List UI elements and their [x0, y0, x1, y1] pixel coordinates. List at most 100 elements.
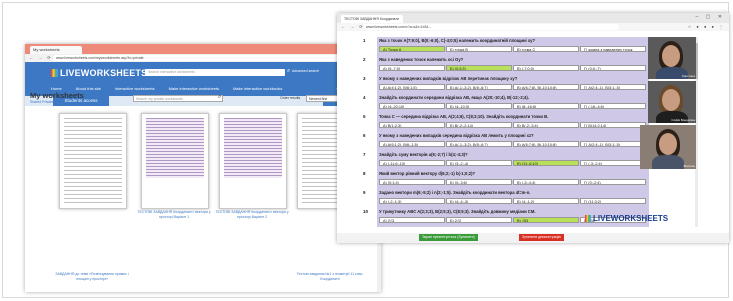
- answer-option[interactable]: В) (11;-6;10): [513, 160, 579, 166]
- answer-option[interactable]: A) (-11;6;-10): [379, 160, 445, 166]
- worksheet-caption[interactable]: ЗАВДАННЯ до теми «Розв'язування прямих і…: [50, 272, 134, 281]
- answer-option[interactable]: В) точка C: [513, 46, 579, 52]
- question-text: Знайдіть координати середини відрізка AB…: [379, 95, 529, 100]
- question-text: У трикутнику ABC A(2;3;3), B(2;5;3), C(8…: [379, 209, 536, 214]
- answer-option[interactable]: Б) A(-1;-3;2), B(5;-6;7): [446, 141, 512, 147]
- answer-option[interactable]: A) 2√3: [379, 217, 445, 223]
- participant-name: Христина: [681, 74, 695, 78]
- answer-option[interactable]: В) (-7;0;0): [513, 65, 579, 71]
- url-field[interactable]: www.liveworksheets.com/c?a=s&t=1b34...: [363, 24, 619, 30]
- worksheet-thumbnail[interactable]: [219, 113, 287, 209]
- participant-name: Вчитель: [683, 164, 695, 168]
- liveworksheets-logo[interactable]: LIVEWORKSHEETS: [585, 214, 668, 223]
- answer-option[interactable]: Г) (0;-2;4): [580, 179, 646, 185]
- site-search-input[interactable]: Search interactive worksheets: [145, 69, 285, 76]
- advanced-search-link[interactable]: Advanced search: [292, 69, 319, 73]
- tab-my-worksheets[interactable]: My worksheets: [30, 46, 82, 54]
- answer-option[interactable]: В) √53: [513, 217, 579, 223]
- browser-window-right[interactable]: ТЕСТОВІ ЗАВДАННЯ Координати – ▢ ✕ ← → ⟳ …: [337, 13, 729, 243]
- logo-text: LIVEWORKSHEETS: [60, 68, 148, 78]
- question-number: 10: [363, 209, 369, 214]
- worksheet-caption[interactable]: ТЕСТОВІ ЗАВДАННЯ Координати і вектори у …: [132, 210, 216, 219]
- answer-option[interactable]: A) (0;1;4): [379, 179, 445, 185]
- answer-option[interactable]: A) A(6;1;2), B(6;-1;5): [379, 141, 445, 147]
- answer-option[interactable]: Г) жодна з наведених точок: [580, 46, 646, 52]
- question-text: Задано вектори m(6;-5;2) і n(2;-1;5). Зн…: [379, 190, 531, 195]
- answer-option[interactable]: В) (4;-1;2): [513, 198, 579, 204]
- question-text: Яка з точок A(7;9;0), B(0;-6;0), C(-4;0;…: [379, 38, 536, 43]
- question-text: У якому з наведених випадків середина ві…: [379, 133, 534, 138]
- answer-option[interactable]: Б) 2√2: [446, 217, 512, 223]
- answer-option[interactable]: A) (-2;-1;3): [379, 198, 445, 204]
- address-bar[interactable]: ← → ⟳ www.liveworksheets.com/c?a=s&t=1b3…: [337, 23, 729, 31]
- answer-option[interactable]: В) (8;-16;6): [513, 103, 579, 109]
- question-number: 5: [363, 114, 366, 119]
- nav-buttons-icon[interactable]: ← → ⟳: [341, 23, 365, 31]
- quiz-worksheet: 1 Яка з точок A(7;9;0), B(0;-6;0), C(-4;0…: [363, 37, 649, 227]
- worksheet-thumbnail[interactable]: [59, 113, 127, 209]
- address-bar[interactable]: ← → ⟳ www.liveworksheets.com/mysworkshee…: [25, 54, 381, 62]
- participant-video[interactable]: Вчитель: [640, 125, 696, 169]
- answer-option[interactable]: Г) B(14;2;14): [580, 122, 646, 128]
- answer-option[interactable]: Б) точка B: [446, 46, 512, 52]
- logo-text: LIVEWORKSHEETS: [593, 214, 669, 223]
- search-icon[interactable]: ⌕: [287, 68, 290, 75]
- answer-option[interactable]: Г) (-3;-2;4): [580, 160, 646, 166]
- answer-option[interactable]: Г) (11;3;2): [580, 198, 646, 204]
- answer-option[interactable]: A) B(1;2;3): [379, 122, 445, 128]
- logo-bars-icon: [51, 69, 58, 77]
- participant-video[interactable]: Софія Бредихіна: [648, 81, 696, 123]
- question-number: 8: [363, 171, 366, 176]
- worksheet-caption[interactable]: ТЕСТОВІ ЗАВДАННЯ Координати і вектори у …: [210, 210, 294, 219]
- answer-option[interactable]: В) A(6;7;8), B(-10;10;8): [513, 84, 579, 90]
- question-text: У якому з наведених випадків відрізок AB…: [379, 76, 518, 81]
- window-controls[interactable]: – ▢ ✕: [696, 14, 725, 20]
- screen-share-status-button[interactable]: Экран презентується (Зупинити): [419, 234, 478, 241]
- nav-buttons-icon[interactable]: ← → ⟳: [29, 54, 53, 62]
- answer-option[interactable]: Г) A(2;4;-1), B(3;1;-5): [580, 84, 646, 90]
- answer-option[interactable]: Г) (-16;-4;6): [580, 103, 646, 109]
- answer-option[interactable]: Б) A(-1;-3;2), B(5;-6;7): [446, 84, 512, 90]
- answer-option[interactable]: Г) (0;0;-7): [580, 65, 646, 71]
- answer-option[interactable]: A) (4;-20;10): [379, 103, 445, 109]
- tab-bar: ТЕСТОВІ ЗАВДАННЯ Координати – ▢ ✕: [337, 13, 729, 23]
- question-text: Знайдіть суму векторів a(6;-2;7) і b(4;-…: [379, 152, 468, 157]
- question-number: 9: [363, 190, 366, 195]
- shared-private-filter[interactable]: Shared Private: [30, 100, 53, 104]
- extension-icons[interactable]: ☆ ● ● ● ⋮: [688, 23, 725, 31]
- answer-option[interactable]: A) Точка A: [379, 46, 445, 52]
- answer-option[interactable]: В) A(6;7;8), B(-10;10;8): [513, 141, 579, 147]
- answer-option[interactable]: A) (0;-7;0): [379, 65, 445, 71]
- menu-item-make-workbooks[interactable]: Make interactive workbooks: [233, 86, 282, 91]
- private-search-input[interactable]: Search my private worksheets: [133, 95, 223, 102]
- worksheet-caption[interactable]: Тестові завдання №1 з геометрії 11 клас.…: [288, 272, 372, 281]
- answer-option[interactable]: В) (-3;-4;4): [513, 179, 579, 185]
- answer-option[interactable]: Б) (4;-4;-3): [446, 198, 512, 204]
- question-text: Яка з наведених точок належить осі Oy?: [379, 57, 464, 62]
- question-number: 1: [363, 38, 366, 43]
- worksheet-thumbnail[interactable]: [141, 113, 209, 209]
- main-menu: Home About this site Interactive workshe…: [51, 84, 375, 92]
- answer-option[interactable]: Б) B(-2;-2;14): [446, 122, 512, 128]
- participant-video[interactable]: Христина: [648, 37, 696, 79]
- menu-item-home[interactable]: Home: [51, 86, 62, 91]
- tab-test-tasks[interactable]: ТЕСТОВІ ЗАВДАННЯ Координати: [341, 15, 403, 23]
- answer-option[interactable]: Б) (0;-3;6): [446, 179, 512, 185]
- answer-option[interactable]: Г) A(2;4;-1), B(3;1;-5): [580, 141, 646, 147]
- question-number: 7: [363, 152, 366, 157]
- answer-option[interactable]: В) B(-2;-3;4): [513, 122, 579, 128]
- menu-item-interactive-worksheets[interactable]: Interactive worksheets: [115, 86, 155, 91]
- menu-item-make-worksheets[interactable]: Make interactive worksheets: [169, 86, 219, 91]
- answer-option[interactable]: Б) (0;3;3): [446, 65, 512, 71]
- answer-option[interactable]: A) A(4;1;2), B(6;1;5): [379, 84, 445, 90]
- question-number: 2: [363, 57, 366, 62]
- liveworksheets-logo[interactable]: LIVEWORKSHEETS: [51, 68, 147, 78]
- menu-item-about[interactable]: About this site: [76, 86, 101, 91]
- answer-option[interactable]: Б) (3;-2;-4): [446, 160, 512, 166]
- logo-bars-icon: [585, 215, 591, 222]
- video-participants: Христина Софія Бредихіна Вчитель: [640, 37, 696, 187]
- url-field[interactable]: www.liveworksheets.com/mysworksheets.asp…: [53, 55, 353, 61]
- search-icon[interactable]: ⌕: [218, 94, 221, 101]
- stop-share-button[interactable]: Зупинити демонстрацію: [519, 234, 565, 241]
- answer-option[interactable]: Б) (4;-10;3): [446, 103, 512, 109]
